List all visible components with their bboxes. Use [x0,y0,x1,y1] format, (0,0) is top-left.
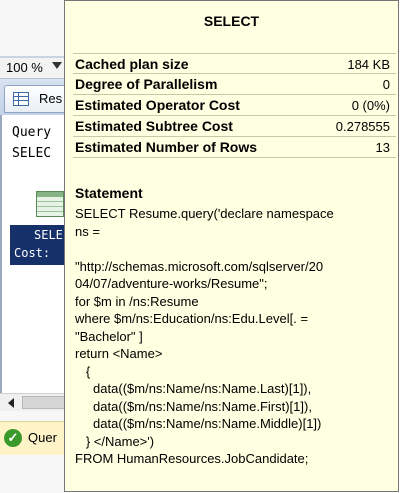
horizontal-scrollbar[interactable] [0,393,66,412]
execution-plan-pane: Query SELEC SELE Cost: [0,115,68,393]
status-text: Quer [28,430,57,445]
property-name: Estimated Subtree Cost [75,118,233,134]
property-row: Cached plan size 184 KB [73,53,396,74]
statement-line: for $m in /ns:Resume [75,293,199,309]
property-row: Estimated Number of Rows 13 [73,137,396,158]
statement-line: return <Name> [75,346,163,361]
tab-results[interactable]: Res [4,85,67,113]
property-name: Cached plan size [75,56,189,72]
scroll-left-icon[interactable] [8,398,14,408]
zoom-bar: 100 % [0,58,66,79]
statement-line: { [75,363,91,379]
scroll-thumb[interactable] [22,396,66,409]
property-row: Degree of Parallelism 0 [73,74,396,95]
statement-line: ns = [75,223,100,239]
operator-tooltip: SELECT Cached plan size 184 KB Degree of… [64,0,399,492]
property-value: 184 KB [347,57,390,72]
statement-line: "Bachelor" ] [75,328,143,344]
statement-line: } </Name>') [75,433,155,449]
statement-line: "http://schemas.microsoft.com/sqlserver/… [75,258,324,274]
property-value: 0 (0%) [351,98,390,113]
statement-line: where $m/ns:Education/ns:Edu.Level[. = [75,311,309,326]
zoom-dropdown-icon[interactable] [52,62,62,69]
property-name: Degree of Parallelism [75,76,218,92]
plan-query-text: SELEC [12,146,52,161]
results-tabstrip: Res [0,79,67,115]
editor-area [0,0,66,58]
tooltip-title: SELECT [203,13,260,29]
success-icon: ✓ [4,429,22,447]
statement-line: data(($m/ns:Name/ns:Name.Middle)[1]) [75,416,322,431]
select-operator-node[interactable]: SELE Cost: [10,225,68,265]
statement-line: data(($m/ns:Name/ns:Name.Last)[1]), [75,381,312,396]
properties-table: Cached plan size 184 KB Degree of Parall… [73,53,396,158]
statement-line [75,240,395,258]
property-row: Estimated Subtree Cost 0.278555 [73,116,396,137]
operator-name: SELE [34,228,63,242]
property-value: 0.278555 [335,119,390,134]
statement-line: 04/07/adventure-works/Resume"; [75,276,268,291]
plan-query-label: Query [12,125,52,140]
grid-icon [13,92,29,106]
statement-text: SELECT Resume.query('declare namespace n… [75,205,395,468]
property-name: Estimated Number of Rows [75,139,258,155]
statement-line: SELECT Resume.query('declare namespace [75,206,334,221]
statement-line: FROM HumanResources.JobCandidate; [75,451,309,466]
zoom-level[interactable]: 100 % [6,60,43,75]
statement-heading: Statement [75,185,143,201]
status-bar: ✓ Quer [0,421,66,456]
window-bottom [0,455,66,493]
statement-line: data(($m/ns:Name/ns:Name.First)[1]), [75,398,312,414]
property-name: Estimated Operator Cost [75,97,240,113]
property-row: Estimated Operator Cost 0 (0%) [73,95,396,116]
property-value: 13 [375,140,390,155]
pane-gap [0,411,66,421]
tab-results-label: Res [39,91,63,106]
property-value: 0 [382,77,390,92]
select-operator-icon[interactable] [36,191,64,217]
operator-cost: Cost: [14,246,51,260]
